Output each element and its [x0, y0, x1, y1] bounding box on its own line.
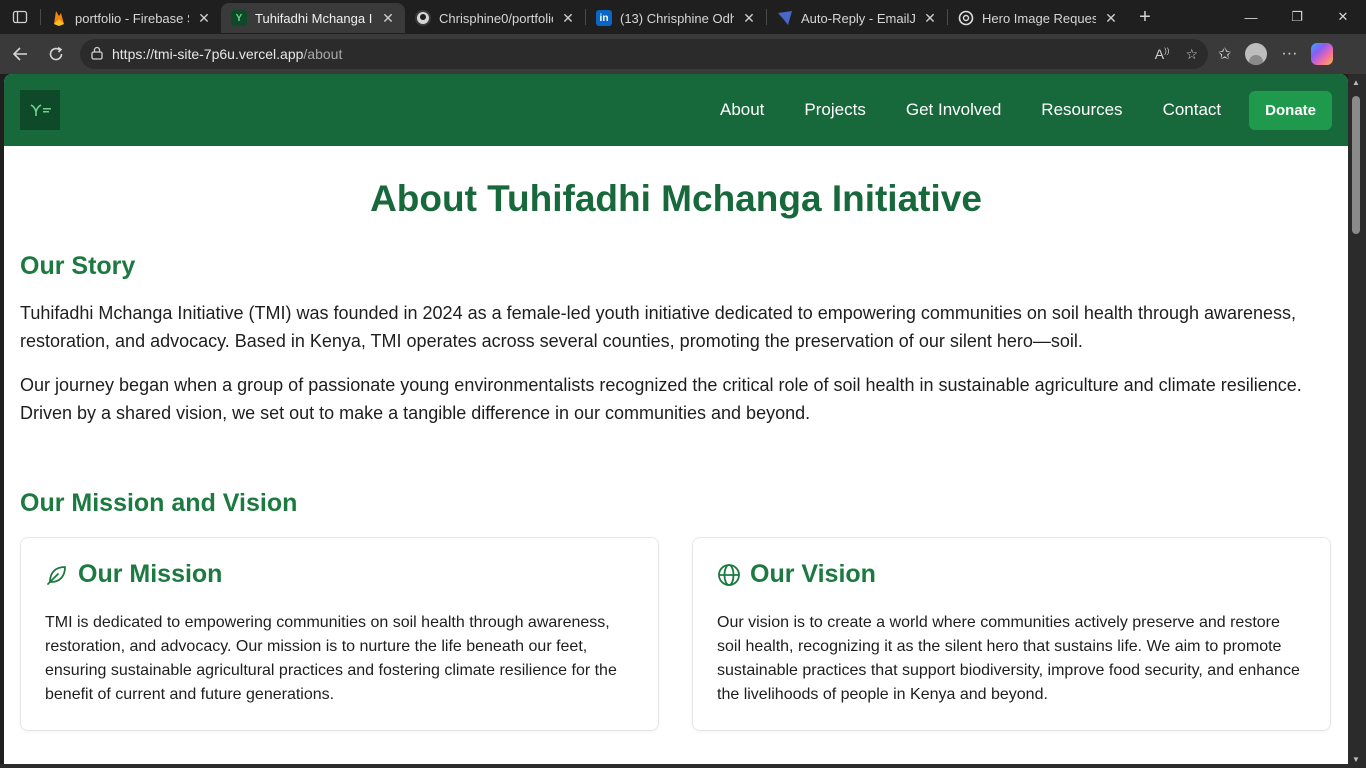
- chatgpt-icon: [958, 10, 974, 26]
- page-scrollbar[interactable]: ▲ ▼: [1348, 74, 1366, 768]
- leaf-icon: [47, 565, 66, 585]
- tab-title: Auto-Reply - EmailJS: [801, 10, 915, 26]
- close-icon[interactable]: ✕: [379, 10, 397, 27]
- minimize-icon[interactable]: —: [1228, 0, 1274, 34]
- tab-firebase[interactable]: portfolio - Firebase Stu ✕: [41, 3, 221, 33]
- nav-projects[interactable]: Projects: [804, 100, 865, 120]
- story-paragraph-1: Tuhifadhi Mchanga Initiative (TMI) was f…: [20, 303, 1297, 351]
- new-tab-button[interactable]: +: [1128, 6, 1162, 29]
- browser-tab-strip: portfolio - Firebase Stu ✕ Y Tuhifadhi M…: [0, 0, 1366, 34]
- globe-icon: [718, 563, 740, 586]
- restore-icon[interactable]: ❐: [1274, 0, 1320, 34]
- tab-chatgpt[interactable]: Hero Image Request ✕: [948, 3, 1128, 33]
- tab-linkedin[interactable]: in (13) Chrisphine Odhiam ✕: [586, 3, 766, 33]
- firebase-icon: [51, 10, 67, 26]
- page-viewport: About Projects Get Involved Resources Co…: [4, 74, 1348, 764]
- scroll-up-icon[interactable]: ▲: [1352, 78, 1360, 87]
- main-content: About Tuhifadhi Mchanga Initiative Our S…: [4, 178, 1348, 731]
- tmi-icon: Y: [231, 10, 247, 26]
- nav-get-involved[interactable]: Get Involved: [906, 100, 1001, 120]
- page-title: About Tuhifadhi Mchanga Initiative: [370, 178, 982, 219]
- nav-resources[interactable]: Resources: [1041, 100, 1122, 120]
- browser-toolbar: https://tmi-site-7p6u.vercel.app/about A…: [0, 34, 1366, 74]
- main-nav: About Projects Get Involved Resources Co…: [680, 90, 1332, 130]
- site-header: About Projects Get Involved Resources Co…: [4, 74, 1348, 146]
- favorites-icon[interactable]: ✩: [1218, 44, 1231, 64]
- close-icon[interactable]: ✕: [1102, 10, 1120, 27]
- linkedin-icon: in: [596, 10, 612, 26]
- tab-actions-icon[interactable]: [0, 0, 40, 34]
- url-path: /about: [303, 46, 343, 62]
- emailjs-icon: [777, 10, 793, 26]
- vision-card: Our Vision Our vision is to create a wor…: [692, 537, 1331, 731]
- mission-title: Our Mission: [78, 560, 223, 588]
- scroll-down-icon[interactable]: ▼: [1352, 755, 1360, 764]
- tab-tmi[interactable]: Y Tuhifadhi Mchanga Init ✕: [221, 3, 405, 33]
- favorite-star-icon[interactable]: ☆: [1185, 46, 1198, 63]
- scrollbar-thumb[interactable]: [1352, 96, 1360, 234]
- nav-contact[interactable]: Contact: [1163, 100, 1222, 120]
- tab-title: portfolio - Firebase Stu: [75, 10, 189, 26]
- tab-github[interactable]: Chrisphine0/portfolios ✕: [405, 3, 585, 33]
- close-icon[interactable]: ✕: [740, 10, 758, 27]
- copilot-icon[interactable]: [1311, 43, 1334, 65]
- story-paragraph-2: Our journey began when a group of passio…: [20, 375, 1302, 423]
- site-info-icon[interactable]: [90, 46, 112, 63]
- horizontal-scroll-area: [0, 764, 1366, 768]
- back-arrow-icon[interactable]: [2, 36, 38, 72]
- window-controls: — ❐ ✕: [1228, 0, 1366, 34]
- read-aloud-icon[interactable]: A)): [1155, 46, 1170, 63]
- nav-about[interactable]: About: [720, 100, 764, 120]
- mission-vision-cards: Our Mission TMI is dedicated to empoweri…: [20, 537, 1332, 731]
- close-window-icon[interactable]: ✕: [1320, 0, 1366, 34]
- url-host: https://tmi-site-7p6u.vercel.app: [112, 46, 304, 62]
- vision-body: Our vision is to create a world where co…: [717, 614, 1300, 703]
- mission-vision-heading: Our Mission and Vision: [20, 489, 298, 517]
- site-logo[interactable]: [20, 90, 60, 130]
- more-options-icon[interactable]: ···: [1281, 45, 1297, 63]
- close-icon[interactable]: ✕: [195, 10, 213, 27]
- github-icon: [415, 10, 431, 26]
- mission-body: TMI is dedicated to empowering communiti…: [45, 614, 617, 703]
- tab-title: (13) Chrisphine Odhiam: [620, 10, 734, 26]
- address-bar[interactable]: https://tmi-site-7p6u.vercel.app/about A…: [80, 39, 1208, 69]
- tab-title: Hero Image Request: [982, 10, 1096, 26]
- profile-avatar[interactable]: [1245, 43, 1268, 65]
- mission-card: Our Mission TMI is dedicated to empoweri…: [20, 537, 659, 731]
- close-icon[interactable]: ✕: [921, 10, 939, 27]
- tab-title: Tuhifadhi Mchanga Init: [255, 10, 373, 26]
- donate-button[interactable]: Donate: [1249, 90, 1332, 130]
- refresh-icon[interactable]: [38, 36, 74, 72]
- tab-emailjs[interactable]: Auto-Reply - EmailJS ✕: [767, 3, 947, 33]
- tab-title: Chrisphine0/portfolios: [439, 10, 553, 26]
- close-icon[interactable]: ✕: [559, 10, 577, 27]
- story-heading: Our Story: [20, 252, 136, 280]
- vision-title: Our Vision: [750, 560, 876, 588]
